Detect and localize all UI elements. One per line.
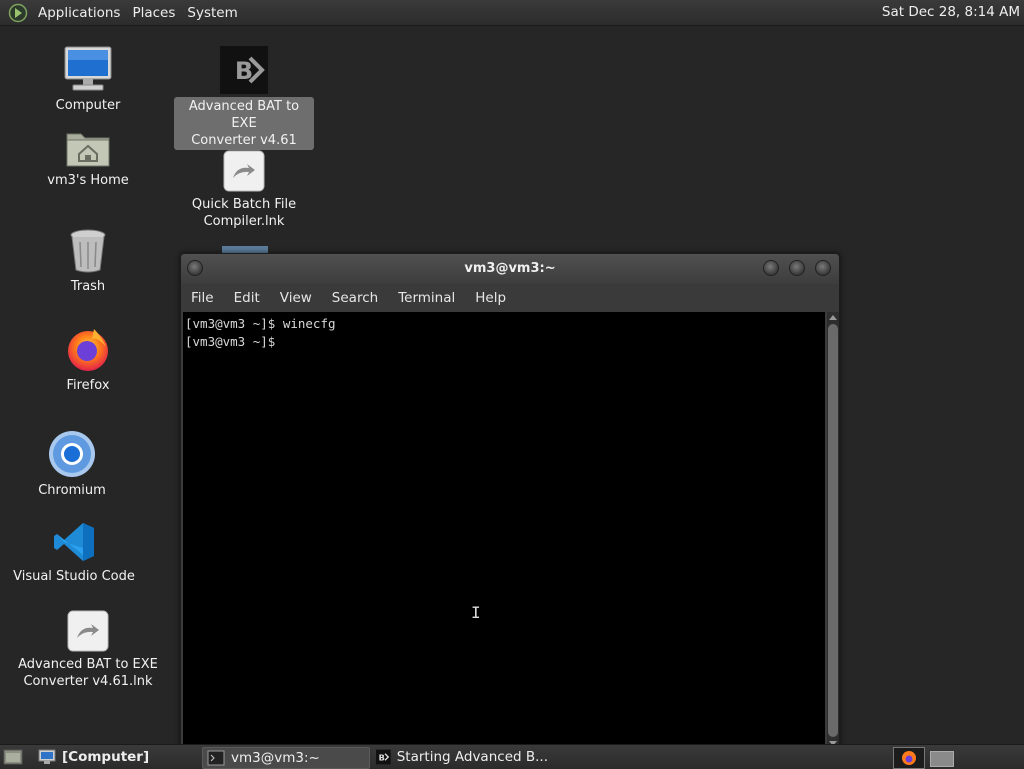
menu-search[interactable]: Search xyxy=(322,290,388,306)
menu-edit[interactable]: Edit xyxy=(224,290,270,306)
show-desktop-icon[interactable] xyxy=(3,748,23,766)
computer-icon xyxy=(64,46,112,91)
terminal-title: vm3@vm3:~ xyxy=(464,261,556,276)
terminal-icon xyxy=(207,750,225,766)
text-cursor-icon: I xyxy=(471,603,481,622)
terminal-line: [vm3@vm3 ~]$ xyxy=(185,334,276,349)
top-panel: Applications Places System Sat Dec 28, 8… xyxy=(0,0,1024,26)
label-line: Advanced BAT to EXE xyxy=(188,99,300,131)
system-menu[interactable]: System xyxy=(181,5,243,21)
label-line: Converter v4.61.lnk xyxy=(23,674,153,689)
taskbar-item-terminal[interactable]: vm3@vm3:~ xyxy=(202,747,370,769)
desktop-label-vscode: Visual Studio Code xyxy=(13,569,135,584)
svg-text:B: B xyxy=(379,752,385,762)
desktop-label-computer: Computer xyxy=(55,98,121,113)
menu-view[interactable]: View xyxy=(270,290,322,306)
terminal-scrollbar[interactable] xyxy=(827,312,839,749)
desktop-icon-chromium[interactable]: Chromium xyxy=(22,430,122,500)
desktop-icon-home[interactable]: vm3's Home xyxy=(38,128,138,190)
desktop-label-chromium: Chromium xyxy=(38,483,106,498)
scrollbar-thumb[interactable] xyxy=(828,324,838,737)
terminal-titlebar[interactable]: vm3@vm3:~ xyxy=(181,254,839,284)
home-folder-icon xyxy=(66,133,110,167)
taskbar-label-terminal: vm3@vm3:~ xyxy=(231,750,320,766)
workspace-2[interactable] xyxy=(930,751,954,767)
desktop-label-bat-app: Advanced BAT to EXE Converter v4.61 xyxy=(174,97,314,150)
clock[interactable]: Sat Dec 28, 8:14 AM xyxy=(882,4,1020,20)
label-line: Converter v4.61 xyxy=(191,133,297,148)
desktop-label-quick-batch: Quick Batch File Compiler.lnk xyxy=(188,195,300,231)
chromium-icon xyxy=(49,431,95,477)
firefox-icon xyxy=(902,751,916,765)
desktop-label-trash: Trash xyxy=(70,279,106,294)
trash-icon xyxy=(70,229,106,273)
terminal-output[interactable]: [vm3@vm3 ~]$ winecfg [vm3@vm3 ~]$ I xyxy=(183,312,825,749)
bottom-panel: [Computer] vm3@vm3:~ B Starting Advanced… xyxy=(0,744,1024,769)
mate-logo-icon[interactable] xyxy=(8,3,28,23)
desktop-icon-bat-app[interactable]: B Advanced BAT to EXE Converter v4.61 xyxy=(174,46,314,150)
desktop-icon-quick-batch[interactable]: Quick Batch File Compiler.lnk xyxy=(184,150,304,231)
desktop-label-bat-lnk: Advanced BAT to EXE Converter v4.61.lnk xyxy=(14,655,162,691)
terminal-menubar: File Edit View Search Terminal Help xyxy=(181,284,839,312)
taskbar-item-computer[interactable]: [Computer] xyxy=(34,747,198,767)
desktop-icon-bat-lnk[interactable]: Advanced BAT to EXE Converter v4.61.lnk xyxy=(14,610,162,691)
shortcut-icon xyxy=(223,150,265,192)
desktop-icon-trash[interactable]: Trash xyxy=(38,228,138,296)
desktop-icon-vscode[interactable]: Visual Studio Code xyxy=(8,520,140,586)
minimize-button[interactable] xyxy=(763,260,779,276)
advanced-bat-to-exe-icon: B xyxy=(376,749,391,765)
taskbar-label-starting: Starting Advanced B... xyxy=(396,749,548,765)
computer-icon xyxy=(38,749,56,764)
places-menu[interactable]: Places xyxy=(126,5,181,21)
menu-file[interactable]: File xyxy=(181,290,224,306)
desktop-label-home: vm3's Home xyxy=(47,173,129,188)
menu-terminal[interactable]: Terminal xyxy=(388,290,465,306)
desktop-icon-firefox[interactable]: Firefox xyxy=(38,325,138,395)
applications-menu[interactable]: Applications xyxy=(32,5,126,21)
workspace-switcher[interactable] xyxy=(893,747,925,769)
advanced-bat-to-exe-icon: B xyxy=(220,46,268,94)
terminal-window[interactable]: vm3@vm3:~ File Edit View Search Terminal… xyxy=(180,253,840,750)
label-line: Compiler.lnk xyxy=(203,214,285,229)
label-line: Advanced BAT to EXE xyxy=(18,657,158,672)
taskbar-label-computer: [Computer] xyxy=(62,749,150,765)
firefox-icon xyxy=(68,329,108,371)
desktop-label-firefox: Firefox xyxy=(66,378,110,393)
desktop-icon-computer[interactable]: Computer xyxy=(38,45,138,115)
taskbar-item-starting[interactable]: B Starting Advanced B... xyxy=(372,747,548,767)
scroll-up-arrow-icon[interactable] xyxy=(829,315,837,320)
maximize-button[interactable] xyxy=(789,260,805,276)
terminal-line: [vm3@vm3 ~]$ winecfg xyxy=(185,316,336,331)
close-button[interactable] xyxy=(815,260,831,276)
menu-help[interactable]: Help xyxy=(465,290,516,306)
label-line: Quick Batch File xyxy=(191,197,297,212)
vscode-icon xyxy=(54,523,94,561)
shortcut-icon xyxy=(67,610,109,652)
